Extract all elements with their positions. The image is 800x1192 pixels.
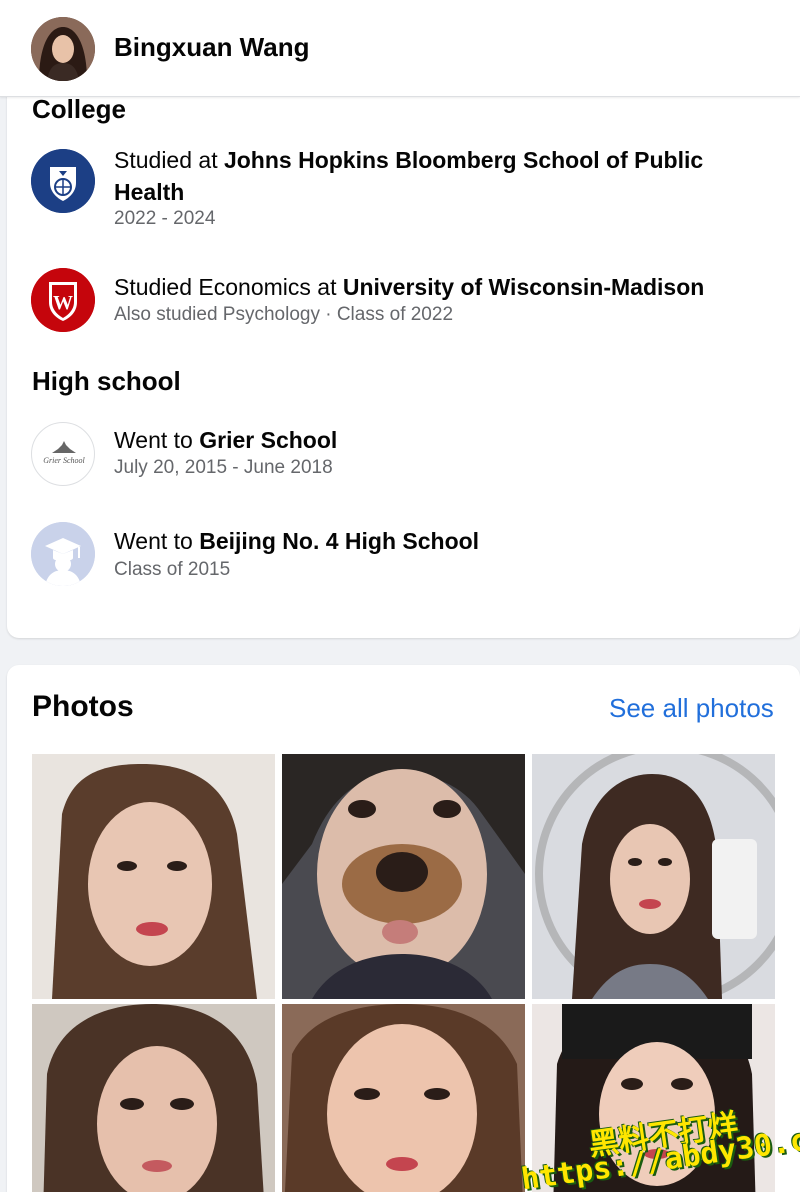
profile-name[interactable]: Bingxuan Wang (114, 32, 309, 63)
profile-header: Bingxuan Wang (0, 0, 800, 97)
beijing-detail: Class of 2015 (114, 559, 231, 580)
jhu-education-line: Studied at Johns Hopkins Bloomberg Schoo… (114, 144, 754, 208)
grier-school-link[interactable]: Grier School (199, 427, 337, 453)
photo-thumbnail[interactable] (532, 1004, 775, 1192)
uw-prefix: Studied Economics at (114, 274, 343, 300)
photos-title: Photos (32, 690, 134, 723)
jhu-prefix: Studied at (114, 147, 224, 173)
jhu-shield-icon[interactable] (31, 149, 95, 213)
grier-education-line: Went to Grier School (114, 424, 754, 456)
uw-crest-icon[interactable]: W (31, 268, 95, 332)
avatar-image (31, 17, 95, 81)
see-all-photos-link[interactable]: See all photos (609, 693, 774, 724)
uw-education-line: Studied Economics at University of Wisco… (114, 271, 754, 303)
photo-thumbnail[interactable] (32, 1004, 275, 1192)
uw-school-link[interactable]: University of Wisconsin-Madison (343, 274, 704, 300)
photo-thumbnail[interactable] (282, 754, 525, 999)
grier-prefix: Went to (114, 427, 200, 453)
svg-text:Grier School: Grier School (43, 456, 85, 465)
beijing-education-line: Went to Beijing No. 4 High School (114, 525, 754, 557)
photo-thumbnail[interactable] (32, 754, 275, 999)
college-heading: College (32, 94, 126, 124)
svg-text:W: W (53, 292, 73, 314)
grier-dates: July 20, 2015 - June 2018 (114, 457, 333, 478)
graduation-cap-icon[interactable] (31, 522, 95, 586)
photo-thumbnail[interactable] (282, 1004, 525, 1192)
uw-detail: Also studied Psychology · Class of 2022 (114, 304, 454, 325)
jhu-dates: 2022 - 2024 (114, 208, 216, 229)
beijing-prefix: Went to (114, 528, 200, 554)
beijing-school-link[interactable]: Beijing No. 4 High School (199, 528, 479, 554)
grier-school-logo[interactable]: Grier School (31, 422, 95, 486)
photo-thumbnail[interactable] (532, 754, 775, 999)
high-school-heading: High school (32, 366, 181, 396)
avatar[interactable] (31, 17, 95, 81)
